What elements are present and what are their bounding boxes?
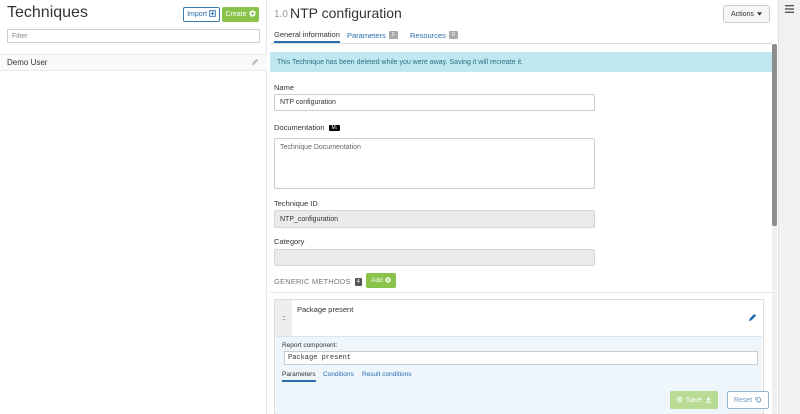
alert-text: This Technique has been deleted while yo… bbox=[277, 58, 524, 66]
method-name: Package present bbox=[297, 305, 354, 314]
generic-methods-count: 4 bbox=[354, 277, 363, 286]
techniques-sidebar: Techniques Import Create Demo User bbox=[0, 0, 267, 414]
tab-label: General information bbox=[274, 29, 340, 39]
tab-parameters[interactable]: Parameters 0 bbox=[347, 27, 398, 43]
main-scrollbar[interactable] bbox=[772, 44, 777, 414]
tab-resources[interactable]: Resources 0 bbox=[410, 27, 458, 43]
scrollbar-thumb[interactable] bbox=[772, 44, 777, 226]
category-label: Category bbox=[274, 237, 305, 246]
right-rail bbox=[778, 0, 800, 414]
plus-circle-icon bbox=[385, 276, 391, 285]
name-input-value: NTP configuration bbox=[280, 99, 336, 106]
documentation-placeholder: Technique Documentation bbox=[280, 144, 361, 151]
markdown-icon: M↓ bbox=[329, 125, 341, 132]
page-title: NTP configuration bbox=[290, 5, 402, 21]
divider bbox=[270, 292, 772, 293]
hamburger-menu-icon[interactable] bbox=[785, 5, 794, 16]
subtab-conditions[interactable]: Conditions bbox=[323, 371, 354, 380]
drag-handle-icon[interactable]: ::: bbox=[275, 300, 292, 336]
name-input[interactable]: NTP configuration bbox=[274, 94, 595, 111]
import-icon bbox=[209, 10, 216, 19]
subtab-parameters[interactable]: Parameters bbox=[282, 371, 316, 382]
download-icon bbox=[705, 396, 712, 405]
technique-version: 1.0 bbox=[274, 9, 288, 20]
reset-button[interactable]: Reset bbox=[727, 391, 769, 409]
technique-tabs: General information Parameters 0 Resourc… bbox=[270, 24, 772, 44]
create-button-label: Create bbox=[225, 11, 247, 18]
report-component-label: Report component: bbox=[282, 342, 338, 349]
add-method-button[interactable]: Add bbox=[366, 273, 396, 288]
import-button[interactable]: Import bbox=[183, 7, 220, 22]
report-component-input[interactable]: Package present bbox=[284, 351, 758, 365]
documentation-label-text: Documentation bbox=[274, 123, 325, 132]
tab-label: Resources bbox=[410, 30, 446, 40]
name-label: Name bbox=[274, 83, 295, 92]
filter-input[interactable] bbox=[7, 29, 260, 43]
add-button-label: Add bbox=[371, 277, 383, 284]
tab-label: Parameters bbox=[347, 30, 386, 40]
documentation-textarea[interactable]: Technique Documentation bbox=[274, 138, 595, 189]
deleted-warning-alert: This Technique has been deleted while yo… bbox=[270, 52, 772, 72]
subtab-result-conditions[interactable]: Result conditions bbox=[362, 371, 412, 380]
technique-id-value: NTP_configuration bbox=[280, 215, 338, 223]
generic-methods-title: GENERIC METHODS bbox=[274, 277, 351, 286]
sidebar-item-label: Demo User bbox=[7, 58, 48, 67]
edit-pencil-icon[interactable] bbox=[748, 313, 757, 324]
save-button[interactable]: Save bbox=[670, 391, 718, 409]
report-component-value: Package present bbox=[288, 354, 352, 362]
actions-button[interactable]: Actions bbox=[723, 5, 770, 23]
tab-count-badge: 0 bbox=[448, 31, 458, 39]
technique-id-field: NTP_configuration bbox=[274, 210, 595, 228]
sidebar-item-demo-user[interactable]: Demo User bbox=[0, 54, 267, 71]
documentation-label: Documentation M↓ bbox=[274, 123, 341, 132]
undo-icon bbox=[755, 396, 762, 405]
reset-button-label: Reset bbox=[733, 396, 753, 404]
caret-down-icon bbox=[756, 11, 762, 18]
technique-id-label: Technique ID bbox=[274, 199, 318, 208]
category-field[interactable] bbox=[274, 249, 595, 266]
pencil-icon[interactable] bbox=[251, 58, 259, 68]
actions-button-label: Actions bbox=[731, 10, 754, 18]
save-button-label: Save bbox=[686, 396, 702, 404]
plus-circle-icon bbox=[248, 10, 256, 19]
create-button[interactable]: Create bbox=[222, 7, 259, 22]
gear-icon bbox=[676, 396, 683, 405]
generic-methods-header: GENERIC METHODS 4 bbox=[274, 277, 363, 286]
tab-count-badge: 0 bbox=[388, 31, 398, 39]
import-button-label: Import bbox=[187, 11, 207, 18]
tab-general-information[interactable]: General information bbox=[274, 27, 340, 43]
sidebar-title: Techniques bbox=[7, 4, 88, 21]
